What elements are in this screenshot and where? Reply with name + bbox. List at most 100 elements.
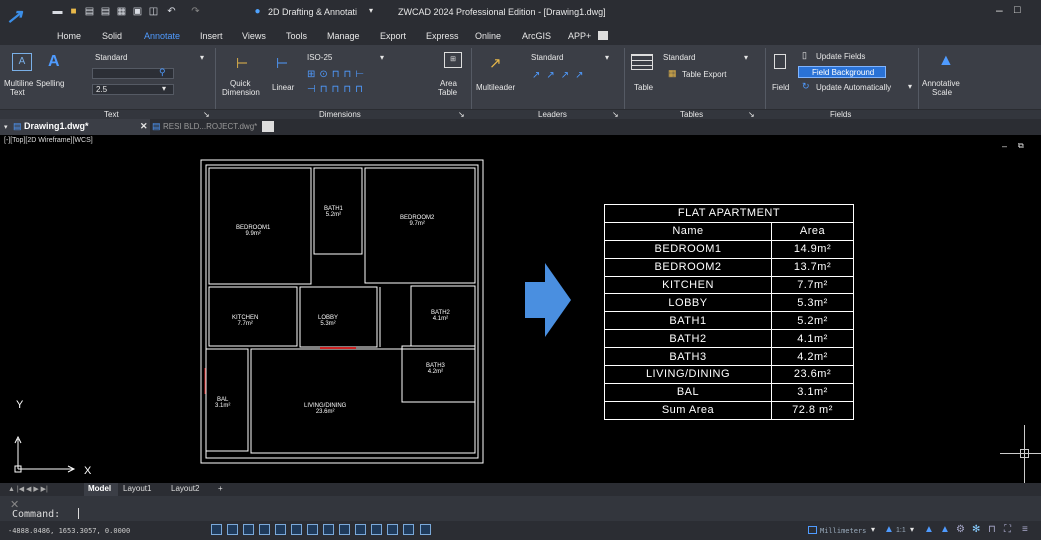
linear-dimension-label[interactable]: Linear [272,83,294,92]
area-table-icon[interactable]: ⊞ [444,52,462,68]
redo-icon[interactable]: ↷ [190,6,201,17]
table-cell-name[interactable]: KITCHEN [604,275,772,295]
dimension-tools-icon[interactable]: ⊞⊙⊓⊓⊢ [307,69,368,80]
tab-tools[interactable]: Tools [286,31,307,41]
update-fields-label[interactable]: Update Fields [816,52,865,61]
tab-app-plus[interactable]: APP+ [568,31,591,41]
publish-icon[interactable]: ▦ [116,6,127,17]
table-label[interactable]: Table [634,83,653,92]
tab-solid[interactable]: Solid [102,31,122,41]
tab-annotate[interactable]: Annotate [144,31,180,41]
table-cell-name[interactable]: BEDROOM2 [604,257,772,277]
spelling-icon[interactable]: A [48,53,60,71]
table-row[interactable]: LIVING/DINING 23.6m² [604,365,854,384]
tab-views[interactable]: Views [242,31,266,41]
table-cell-area[interactable]: 4.1m² [771,329,854,349]
fullscreen-icon[interactable]: ⛶ [1004,524,1011,535]
flat-apartment-table[interactable]: FLAT APARTMENT Name Area BEDROOM1 14.9m² … [604,204,854,420]
annotation-monitor-icon[interactable] [403,524,414,535]
group-leaders-launcher-icon[interactable]: ↘ [612,110,619,119]
chevron-down-icon[interactable]: ▾ [4,123,8,131]
polar-icon[interactable] [259,524,270,535]
grid-icon[interactable] [227,524,238,535]
tab-home[interactable]: Home [57,31,81,41]
annotative-scale-icon[interactable]: ▲ [938,52,954,70]
open-icon[interactable]: ■ [68,6,79,17]
units-label[interactable]: Millimeters [820,527,866,535]
multiline-text-label[interactable]: Multiline [4,79,33,88]
lock-icon[interactable]: ⊓ [988,524,996,535]
settings-icon[interactable]: ✻ [972,524,980,535]
chevron-down-icon[interactable]: ▾ [380,53,384,62]
tab-layout1[interactable]: Layout1 [123,484,151,493]
close-icon[interactable]: ✕ [140,121,148,132]
quick-dimension-label-2[interactable]: Dimension [222,88,260,97]
table-cell-area[interactable]: 14.9m² [771,239,854,259]
table-row[interactable]: BATH1 5.2m² [604,311,854,331]
text-style-select[interactable]: Standard [92,53,210,65]
group-tables-launcher-icon[interactable]: ↘ [748,110,755,119]
snap-mode-icon[interactable] [211,524,222,535]
ribbon-toggle-icon[interactable] [598,31,608,40]
table-row[interactable]: BATH3 4.2m² [604,347,854,367]
chevron-down-icon[interactable]: ▾ [162,84,166,93]
tab-arcgis[interactable]: ArcGIS [522,31,551,41]
table-row[interactable]: BATH2 4.1m² [604,329,854,349]
chevron-down-icon[interactable]: ▾ [871,525,875,534]
table-sum-label[interactable]: Sum Area [604,400,772,420]
chevron-down-icon[interactable]: ▾ [605,53,609,62]
object-snap-icon[interactable] [275,524,286,535]
table-cell-area[interactable]: 4.2m² [771,347,854,367]
preview-icon[interactable]: ◫ [148,6,159,17]
tab-insert[interactable]: Insert [200,31,223,41]
table-cell-name[interactable]: LOBBY [604,293,772,313]
multileader-icon[interactable]: ↗ [489,54,502,72]
tab-manage[interactable]: Manage [327,31,360,41]
new-icon[interactable]: ▬ [52,6,63,17]
auto-scale-icon[interactable]: ▲ [940,524,950,535]
table-cell-area[interactable]: 7.7m² [771,275,854,295]
tab-export[interactable]: Export [380,31,406,41]
table-icon[interactable] [631,54,653,70]
workspace-switch-icon[interactable]: ⚙ [956,524,965,535]
maximize-icon[interactable]: □ [1014,4,1021,16]
chevron-down-icon[interactable]: ▾ [910,525,914,534]
tab-express[interactable]: Express [426,31,459,41]
table-cell-name[interactable]: BATH1 [604,311,772,331]
field-label[interactable]: Field [772,83,789,92]
table-cell-name[interactable]: LIVING/DINING [604,365,772,384]
table-cell-area[interactable]: 3.1m² [771,382,854,402]
area-table-label-2[interactable]: Table [438,88,457,97]
table-sum-row[interactable]: Sum Area 72.8 m² [604,400,854,420]
transparency-icon[interactable] [355,524,366,535]
area-table-label[interactable]: Area [440,79,457,88]
table-cell-name[interactable]: BATH3 [604,347,772,367]
doc-tab-other-label[interactable]: RESI BLD...ROJECT.dwg* [163,122,257,131]
table-header-name[interactable]: Name [604,221,772,241]
leader-tools-icon[interactable]: ↗↗↗↗ [532,70,590,81]
annotation-scale-icon[interactable]: ▲ [884,524,894,535]
table-row[interactable]: BEDROOM1 14.9m² [604,239,854,259]
command-input[interactable] [78,508,1028,519]
annotative-scale-label[interactable]: Annotative [922,79,960,88]
chevron-down-icon[interactable]: ▾ [200,53,204,62]
annotation-visibility-icon[interactable]: ▲ [924,524,934,535]
table-title[interactable]: FLAT APARTMENT [604,204,854,223]
table-cell-name[interactable]: BAL [604,382,772,402]
quick-dimension-label[interactable]: Quick [230,79,250,88]
save-icon[interactable]: ▤ [84,6,95,17]
customize-icon[interactable]: ≡ [1022,524,1028,535]
table-header-area[interactable]: Area [771,221,854,241]
table-row[interactable]: LOBBY 5.3m² [604,293,854,313]
annotation-scale-label[interactable]: 1:1 [896,527,906,534]
table-cell-area[interactable]: 5.2m² [771,311,854,331]
group-dimensions-launcher-icon[interactable]: ↘ [458,110,465,119]
update-automatically-label[interactable]: Update Automatically [816,83,891,92]
tab-online[interactable]: Online [475,31,501,41]
tab-add[interactable]: + [218,484,223,493]
annotative-scale-label-2[interactable]: Scale [932,88,952,97]
new-tab-icon[interactable] [262,121,274,132]
quick-dimension-icon[interactable]: ⊢ [236,55,248,72]
layout-nav-icon[interactable]: ▲ |◀ ◀ ▶ ▶| [8,485,48,493]
workspace-dropdown[interactable]: 2D Drafting & Annotati [268,7,357,17]
